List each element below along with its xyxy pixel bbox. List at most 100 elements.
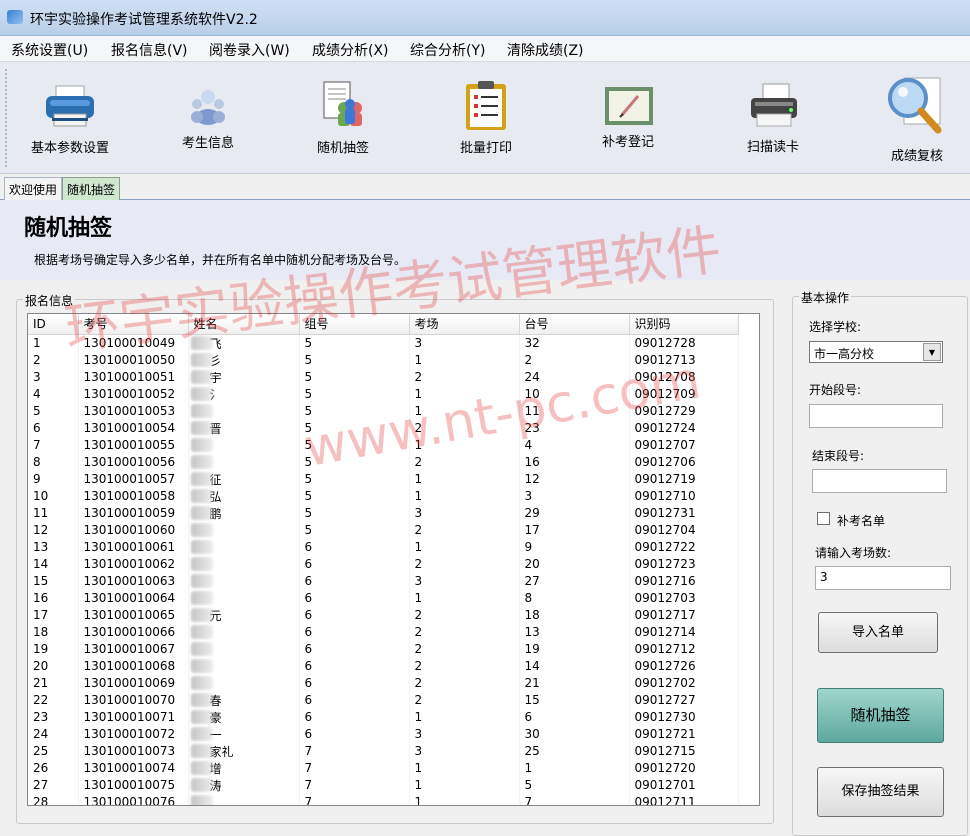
tool-random-draw[interactable]: 随机抽签 (300, 62, 390, 174)
table-row[interactable]: 8 130100010056 5 2 16 09012706 (28, 453, 739, 471)
table-row[interactable]: 6 130100010054 晋 5 2 23 09012724 (28, 419, 739, 437)
cell-seat: 23 (519, 419, 630, 437)
cell-name: 弘 (188, 487, 300, 505)
cell-seat: 6 (519, 708, 630, 726)
cell-name (188, 538, 300, 556)
table-row[interactable]: 15 130100010063 6 3 27 09012716 (28, 572, 739, 590)
table-row[interactable]: 7 130100010055 5 1 4 09012707 (28, 436, 739, 454)
cell-exam-room: 3 (409, 725, 520, 743)
registration-table[interactable]: ID 考号 姓名 组号 考场 台号 识别码 1 130100010049 飞 5 3 32… (27, 313, 760, 806)
redaction-blur (190, 522, 213, 537)
start-number-input[interactable] (809, 404, 943, 428)
cell-id-code: 09012704 (629, 521, 739, 539)
table-row[interactable]: 23 130100010071 豪 6 1 6 09012730 (28, 708, 739, 726)
table-row[interactable]: 1 130100010049 飞 5 3 32 09012728 (28, 334, 739, 352)
cell-exam-room: 1 (409, 793, 520, 805)
table-row[interactable]: 20 130100010068 6 2 14 09012726 (28, 657, 739, 675)
menu-score-analysis[interactable]: 成绩分析(X) (312, 40, 389, 60)
menu-registration-info[interactable]: 报名信息(V) (111, 40, 188, 60)
makeup-list-checkbox[interactable] (817, 512, 830, 525)
cell-exam-number: 130100010064 (78, 589, 189, 607)
column-header-exam-number[interactable]: 考号 (78, 314, 189, 335)
cell-id: 22 (28, 691, 79, 709)
cell-name (188, 793, 300, 805)
cell-seat: 20 (519, 555, 630, 573)
tool-score-review[interactable]: 成绩复核 (870, 62, 968, 174)
table-row[interactable]: 17 130100010065 元 6 2 18 09012717 (28, 606, 739, 624)
table-row[interactable]: 2 130100010050 彡 5 1 2 09012713 (28, 351, 739, 369)
cell-name: 鹏 (188, 504, 300, 522)
tool-student-info[interactable]: 考生信息 (160, 62, 260, 174)
redaction-blur (190, 505, 213, 520)
tool-label: 随机抽签 (316, 141, 370, 156)
makeup-list-label[interactable]: 补考名单 (837, 512, 885, 529)
menu-clear-scores[interactable]: 清除成绩(Z) (507, 40, 584, 60)
table-row[interactable]: 3 130100010051 宇 5 2 24 09012708 (28, 368, 739, 386)
redaction-blur (190, 352, 213, 367)
cell-name (188, 453, 300, 471)
table-row[interactable]: 24 130100010072 一 6 3 30 09012721 (28, 725, 739, 743)
table-row[interactable]: 27 130100010075 涛 7 1 5 09012701 (28, 776, 739, 794)
cell-id: 11 (28, 504, 79, 522)
import-list-button[interactable]: 导入名单 (818, 612, 938, 653)
column-header-name[interactable]: 姓名 (188, 314, 300, 335)
column-header-group[interactable]: 组号 (299, 314, 410, 335)
random-draw-button[interactable]: 随机抽签 (817, 688, 944, 743)
table-row[interactable]: 9 130100010057 征 5 1 12 09012719 (28, 470, 739, 488)
cell-seat: 17 (519, 521, 630, 539)
table-row[interactable]: 18 130100010066 6 2 13 09012714 (28, 623, 739, 641)
redaction-blur (190, 658, 213, 673)
cell-group: 6 (299, 589, 410, 607)
table-row[interactable]: 11 130100010059 鹏 5 3 29 09012731 (28, 504, 739, 522)
tab-random-draw[interactable]: 随机抽签 (62, 177, 121, 200)
menu-comprehensive-analysis[interactable]: 综合分析(Y) (410, 40, 485, 60)
table-row[interactable]: 19 130100010067 6 2 19 09012712 (28, 640, 739, 658)
table-row[interactable]: 5 130100010053 5 1 11 09012729 (28, 402, 739, 420)
school-select[interactable]: 市一高分校 ▼ (809, 341, 943, 363)
table-row[interactable]: 12 130100010060 5 2 17 09012704 (28, 521, 739, 539)
page-header: 随机抽签 根据考场号确定导入多少名单，并在所有名单中随机分配考场及台号。 (0, 200, 970, 280)
table-row[interactable]: 26 130100010074 增 7 1 1 09012720 (28, 759, 739, 777)
menu-system-settings[interactable]: 系统设置(U) (11, 40, 88, 60)
table-row[interactable]: 10 130100010058 弘 5 1 3 09012710 (28, 487, 739, 505)
tool-makeup-register[interactable]: 补考登记 (580, 62, 678, 174)
column-header-seat[interactable]: 台号 (519, 314, 630, 335)
tool-basic-settings[interactable]: 基本参数设置 (0, 62, 140, 174)
cell-exam-room: 3 (409, 742, 520, 760)
cell-id: 9 (28, 470, 79, 488)
tool-label: 批量打印 (459, 141, 513, 156)
table-row[interactable]: 16 130100010064 6 1 8 09012703 (28, 589, 739, 607)
cell-group: 5 (299, 470, 410, 488)
tab-welcome[interactable]: 欢迎使用 (4, 177, 63, 200)
save-draw-result-button[interactable]: 保存抽签结果 (817, 767, 944, 817)
table-row[interactable]: 22 130100010070 春 6 2 15 09012727 (28, 691, 739, 709)
cell-id: 7 (28, 436, 79, 454)
tool-batch-print[interactable]: 批量打印 (440, 62, 532, 174)
table-row[interactable]: 14 130100010062 6 2 20 09012723 (28, 555, 739, 573)
chevron-down-icon[interactable]: ▼ (923, 343, 941, 361)
column-header-exam-room[interactable]: 考场 (409, 314, 520, 335)
tool-scan-card[interactable]: 扫描读卡 (725, 62, 820, 174)
cell-id: 21 (28, 674, 79, 692)
tool-label: 成绩复核 (890, 149, 944, 164)
end-number-input[interactable] (812, 469, 947, 493)
cell-exam-number: 130100010058 (78, 487, 189, 505)
cell-id: 3 (28, 368, 79, 386)
column-header-id[interactable]: ID (28, 314, 79, 335)
menu-grading-entry[interactable]: 阅卷录入(W) (209, 40, 290, 60)
cell-id: 17 (28, 606, 79, 624)
tool-label: 补考登记 (601, 135, 655, 150)
table-row[interactable]: 13 130100010061 6 1 9 09012722 (28, 538, 739, 556)
table-row[interactable]: 21 130100010069 6 2 21 09012702 (28, 674, 739, 692)
cell-id: 4 (28, 385, 79, 403)
room-count-input[interactable]: 3 (815, 566, 951, 590)
cell-id: 27 (28, 776, 79, 794)
table-row[interactable]: 25 130100010073 家礼 7 3 25 09012715 (28, 742, 739, 760)
table-row[interactable]: 28 130100010076 7 1 7 09012711 (28, 793, 739, 805)
column-header-id-code[interactable]: 识别码 (629, 314, 739, 335)
cell-id-code: 09012729 (629, 402, 739, 420)
tab-strip: 欢迎使用 随机抽签 (0, 174, 970, 200)
table-row[interactable]: 4 130100010052 氵 5 1 10 09012709 (28, 385, 739, 403)
cell-seat: 15 (519, 691, 630, 709)
cell-id: 5 (28, 402, 79, 420)
